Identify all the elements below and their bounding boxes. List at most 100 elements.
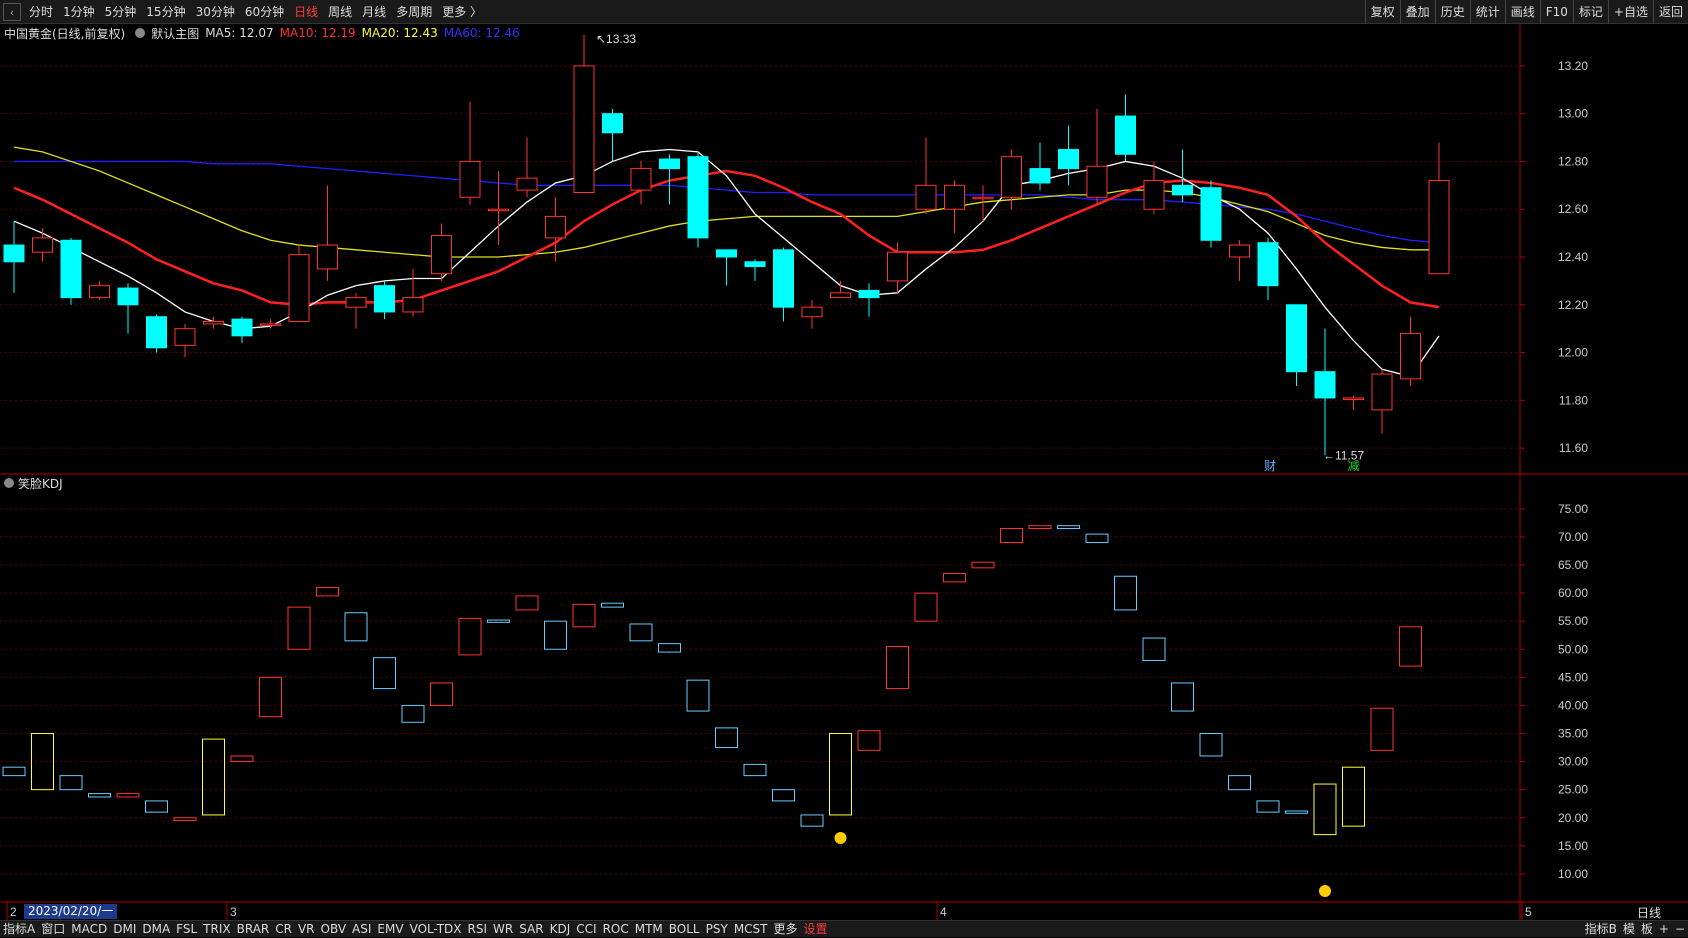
indicator-tab[interactable]: CCI [573,921,599,938]
indicator-right-button[interactable]: 指标B [1582,921,1620,938]
kdj-box [1228,775,1251,791]
kdj-box [715,727,738,749]
candle-body-up [830,292,851,299]
indicator-tab[interactable]: MACD [68,921,110,938]
kdj-box [943,572,966,583]
price-tick-label: 12.80 [1558,154,1588,168]
price-tick-label: 13.00 [1558,107,1588,121]
kdj-box [2,766,26,777]
candle-body-down [1029,168,1051,184]
indicator-tab[interactable]: 设置 [801,921,831,938]
time-tick-label: 5 [1525,905,1532,919]
time-tick-label: 4 [940,905,947,919]
kdj-box [601,602,624,608]
event-label-finance: 财 [1264,459,1276,473]
candle-body-down [744,261,766,268]
candle-body-down [1314,371,1336,399]
kdj-tick-label: 25.00 [1558,783,1588,797]
indicator-tab[interactable]: OBV [318,921,350,938]
kdj-box [1313,783,1337,836]
sub-chart-title: 笑脸KDJ [18,476,63,491]
candle-body-up [174,328,196,346]
indicator-tab[interactable]: 窗口 [38,921,68,938]
indicator-tab[interactable]: DMI [110,921,139,938]
candle-body-down [117,287,139,306]
kdj-box [1000,528,1023,544]
candle-body-down [687,156,709,239]
indicator-tab[interactable]: SAR [516,921,546,938]
candle-body-down [1115,115,1136,155]
chart-canvas[interactable]: 13.20 13.00 12.80 12.60 12.40 12.20 12.00 11.80… [0,0,1688,937]
candle-body-down [1058,149,1079,170]
kdj-box [743,763,767,777]
candle-body-up [431,235,452,275]
kdj-box [59,775,83,791]
candle-body-up [1143,180,1165,210]
kdj-tick-label: 40.00 [1558,698,1588,712]
candle-body-down [773,249,794,308]
candle-body-down [716,249,737,258]
indicator-tab[interactable]: VR [295,921,318,938]
indicator-right-button[interactable]: − [1672,921,1688,938]
candle-body-down [374,285,395,313]
gear-icon[interactable] [4,478,14,488]
kdj-box [1399,626,1422,667]
candle-body-up [915,184,937,210]
kdj-box [401,704,425,723]
kdj-box [1057,525,1080,530]
kdj-box [287,606,311,650]
indicator-tab[interactable]: WR [490,921,516,938]
price-tick-label: 12.40 [1558,250,1588,264]
kdj-box [1171,682,1194,712]
indicator-tab[interactable]: MCST [731,921,771,938]
indicator-tab[interactable]: DMA [139,921,173,938]
candle-body-up [630,168,652,191]
indicator-right-button[interactable]: + [1656,921,1672,938]
indicator-tab[interactable]: 指标A [0,921,38,938]
indicator-tab[interactable]: MTM [632,921,666,938]
candle-body-up [1001,156,1022,198]
indicator-right-button[interactable]: 板 [1638,921,1656,938]
indicator-tab[interactable]: BRAR [234,921,273,938]
candle-body-down [659,158,680,170]
candle-body-up [317,244,338,270]
indicator-right-buttons: 指标B 模板 + − [1582,921,1688,938]
candle-body-up [1343,397,1364,400]
indicator-tab[interactable]: EMV [374,921,406,938]
indicator-tab[interactable]: CR [272,921,295,938]
candle-body-up [972,196,994,200]
candle-body-up [516,177,538,191]
indicator-tab[interactable]: VOL-TDX [407,921,465,938]
candle-body-down [1172,184,1193,196]
indicator-tab[interactable]: TRIX [200,921,233,938]
candle-body-up [260,323,281,326]
candle-body-up [203,321,224,325]
candle-body-down [858,289,880,299]
indicator-tab[interactable]: PSY [703,921,731,938]
kdj-box [116,793,140,798]
candle-body-down [1257,242,1279,287]
kdj-box [572,603,596,628]
candle-body-up [32,237,53,253]
kdj-tick-label: 70.00 [1558,530,1588,544]
kdj-tick-label: 30.00 [1558,755,1588,769]
candle-body-up [1428,180,1450,275]
indicator-tabs: 指标A 窗口 MACD DMI DMA FSL TRIX BRAR CR VR OBV ASI EMV V… [0,921,831,938]
event-label-reduce: 减 [1348,459,1360,473]
kdj-tick-label: 60.00 [1558,586,1588,600]
indicator-tab[interactable]: 更多 [771,921,801,938]
indicator-tab[interactable]: ASI [349,921,374,938]
indicator-tabs-bar: 指标A 窗口 MACD DMI DMA FSL TRIX BRAR CR VR OBV ASI EMV V… [0,920,1688,937]
indicator-tab[interactable]: RSI [465,921,491,938]
candle-body-down [146,316,167,349]
kdj-box [1370,707,1394,751]
indicator-tab[interactable]: KDJ [547,921,574,938]
kdj-box [658,643,681,653]
indicator-tab[interactable]: FSL [173,921,200,938]
indicator-tab[interactable]: BOLL [666,921,703,938]
indicator-tab[interactable]: ROC [600,921,632,938]
kdj-box [173,817,197,822]
kdj-tick-label: 65.00 [1558,558,1588,572]
indicator-right-button[interactable]: 模 [1620,921,1638,938]
cursor-date: 2023/02/20/一 [24,904,118,919]
